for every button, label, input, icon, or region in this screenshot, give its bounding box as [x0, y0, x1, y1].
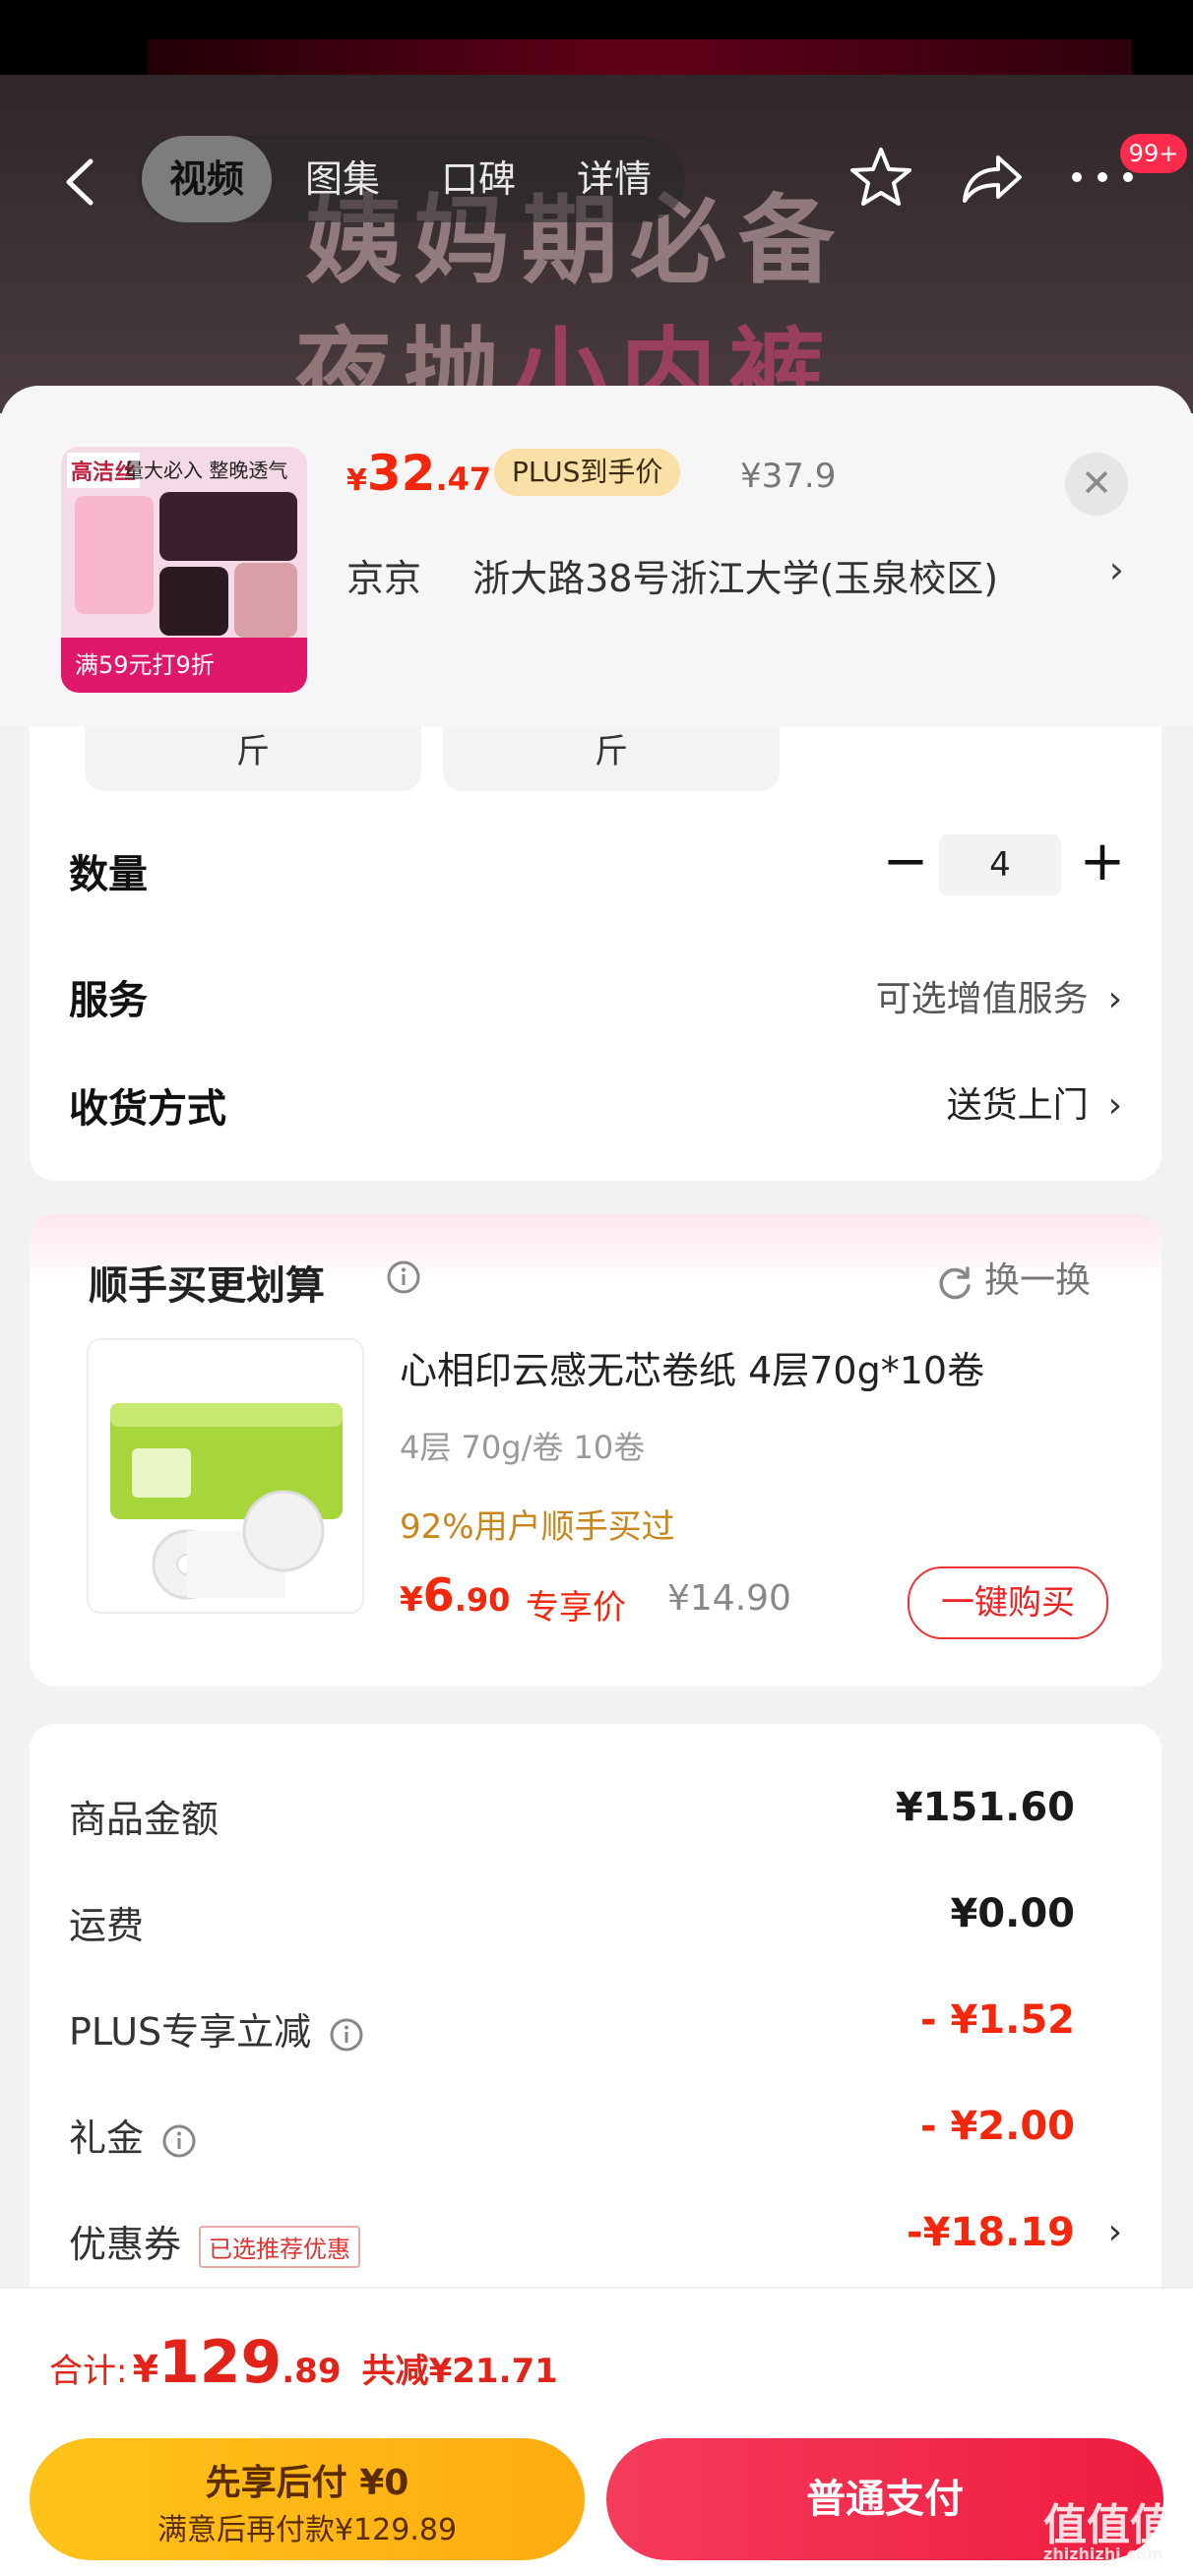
- service-selector[interactable]: 可选增值服务 ›: [876, 970, 1122, 1021]
- plus-discount-label: PLUS专享立减: [69, 2001, 364, 2055]
- delivery-address[interactable]: 京京 浙大路38号浙江大学(玉泉校区) ›: [346, 548, 1124, 602]
- share-icon[interactable]: [955, 144, 1030, 213]
- plus-discount-value: - ¥1.52: [919, 1997, 1075, 2043]
- subtotal-value: ¥151.60: [895, 1785, 1075, 1830]
- tab-video[interactable]: 视频: [142, 136, 272, 222]
- quantity-input[interactable]: 4: [939, 834, 1061, 895]
- status-bar: [0, 0, 1193, 75]
- tab-reviews[interactable]: 口碑: [413, 136, 543, 222]
- bundle-price: ¥6.90: [400, 1568, 511, 1622]
- bundle-recommendation-card: 顺手买更划算 换一换 心相印云感无芯卷纸 4层70g*10卷 4层 70g/卷 …: [30, 1214, 1162, 1687]
- bundle-social-proof: 92%用户顺手买过: [400, 1507, 675, 1547]
- thumb-promo: 满59元打9折: [61, 638, 307, 693]
- tab-details[interactable]: 详情: [549, 136, 679, 222]
- info-icon[interactable]: [386, 1259, 421, 1295]
- bundle-price-tag: 专享价: [526, 1588, 626, 1627]
- refresh-icon: [939, 1266, 971, 1300]
- quantity-label: 数量: [69, 852, 148, 897]
- pay-later-button[interactable]: 先享后付 ¥0 满意后再付款¥129.89: [30, 2438, 585, 2560]
- delivery-method-label: 收货方式: [69, 1086, 226, 1132]
- thumb-slogan: 量大必入 整晚透气: [124, 459, 288, 482]
- notification-badge: 99+: [1120, 134, 1187, 173]
- close-icon: ✕: [1081, 461, 1112, 505]
- gift-credit-label: 礼金: [69, 2108, 197, 2162]
- address-detail: 浙大路38号浙江大学(玉泉校区): [472, 557, 999, 600]
- swap-button[interactable]: 换一换: [935, 1252, 1091, 1301]
- address-city: 京京: [346, 557, 422, 600]
- back-arrow-icon: [66, 158, 94, 206]
- subtotal-label: 商品金额: [69, 1798, 220, 1841]
- one-click-buy-button[interactable]: 一键购买: [908, 1566, 1108, 1639]
- bundle-product-spec: 4层 70g/卷 10卷: [400, 1429, 646, 1466]
- total-saving: 共减¥21.71: [361, 2352, 558, 2391]
- bundle-title: 顺手买更划算: [89, 1263, 325, 1309]
- quantity-increase-button[interactable]: +: [1073, 834, 1132, 893]
- pay-later-subtitle: 满意后再付款¥129.89: [157, 2513, 458, 2547]
- info-icon[interactable]: [329, 2017, 364, 2053]
- original-price: ¥37.9: [740, 457, 837, 496]
- chevron-right-icon: ›: [1108, 548, 1124, 591]
- chevron-right-icon: ›: [1107, 1085, 1122, 1126]
- total-amount: 129: [158, 2328, 283, 2397]
- chevron-right-icon: ›: [1107, 979, 1122, 1019]
- shipping-value: ¥0.00: [950, 1891, 1075, 1936]
- service-label: 服务: [69, 978, 148, 1023]
- checkout-bar: 合计: ¥129.89 共减¥21.71 先享后付 ¥0 满意后再付款¥129.…: [0, 2287, 1193, 2576]
- info-icon[interactable]: [161, 2123, 197, 2159]
- options-card: 斤 斤 数量 − 4 + 服务 可选增值服务 › 收货方式 送货上门 ›: [30, 726, 1162, 1181]
- close-button[interactable]: ✕: [1065, 453, 1128, 516]
- site-watermark: 值值值 zhizhizhi.com: [1043, 2500, 1173, 2563]
- spec-option-2[interactable]: 斤: [443, 726, 780, 791]
- order-total: 合计: ¥129.89 共减¥21.71: [49, 2328, 558, 2397]
- gift-credit-value: - ¥2.00: [919, 2104, 1075, 2149]
- media-tabs: 视频 图集 口碑 详情: [138, 136, 685, 222]
- pay-later-title: 先享后付 ¥0: [205, 2463, 409, 2503]
- bundle-product-name[interactable]: 心相印云感无芯卷纸 4层70g*10卷: [400, 1340, 984, 1394]
- favorite-star-icon[interactable]: [847, 144, 915, 213]
- bundle-original-price: ¥14.90: [667, 1578, 791, 1619]
- coupon-recommended-tag: 已选推荐优惠: [199, 2226, 361, 2268]
- plus-price-tag: PLUS到手价: [494, 449, 681, 496]
- shipping-label: 运费: [69, 1904, 145, 1947]
- tab-gallery[interactable]: 图集: [278, 136, 408, 222]
- coupon-label: 优惠券 已选推荐优惠: [69, 2214, 361, 2268]
- coupon-value[interactable]: -¥18.19: [907, 2210, 1075, 2255]
- delivery-method-selector[interactable]: 送货上门 ›: [947, 1076, 1122, 1128]
- quantity-decrease-button[interactable]: −: [876, 834, 935, 893]
- chevron-right-icon[interactable]: ›: [1108, 2212, 1122, 2252]
- spec-option-1[interactable]: 斤: [85, 726, 421, 791]
- bundle-product-image: [87, 1338, 364, 1614]
- back-button[interactable]: [49, 148, 118, 216]
- total-label: 合计:: [49, 2352, 128, 2391]
- purchase-sheet: 高洁丝 量大必入 整晚透气 满59元打9折 ¥32.47 PLUS到手价 ¥37…: [0, 386, 1193, 2574]
- product-price: ¥32.47: [346, 445, 492, 502]
- product-thumbnail: 高洁丝 量大必入 整晚透气 满59元打9折: [61, 447, 307, 693]
